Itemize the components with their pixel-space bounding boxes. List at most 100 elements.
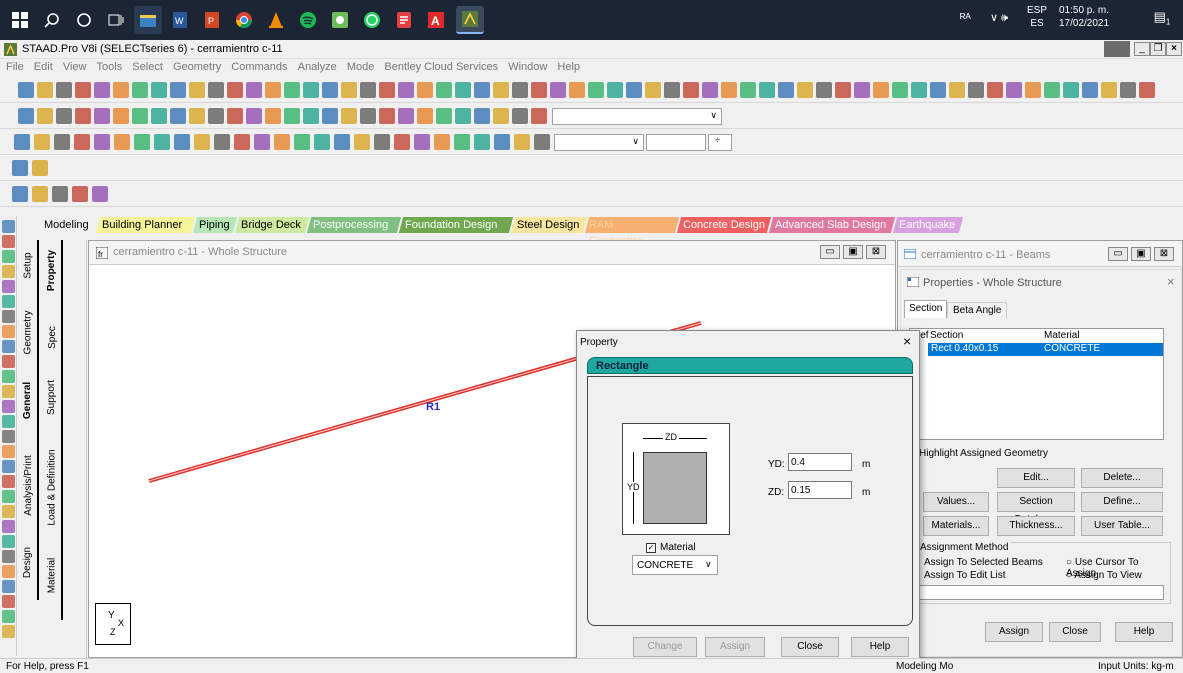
toolbar-icon[interactable] bbox=[683, 82, 699, 98]
workflow-tab[interactable]: Piping bbox=[192, 217, 238, 233]
workflow-tab[interactable]: Foundation Design bbox=[398, 217, 514, 233]
toolbar-icon[interactable] bbox=[531, 82, 547, 98]
left-tool-icon[interactable] bbox=[2, 430, 15, 443]
toolbar-icon[interactable] bbox=[18, 82, 34, 98]
toolbar-icon[interactable] bbox=[113, 82, 129, 98]
toolbar-icon[interactable] bbox=[303, 108, 319, 124]
tab-support[interactable]: Support bbox=[43, 370, 61, 425]
toolbar-icon[interactable] bbox=[265, 82, 281, 98]
workflow-tab[interactable]: Concrete Design bbox=[676, 217, 772, 233]
dialog-assign-button[interactable]: Assign bbox=[705, 637, 765, 657]
toolbar-icon[interactable] bbox=[930, 82, 946, 98]
section-list[interactable]: Ref Section Material Rect 0.40x0.15 CONC… bbox=[909, 328, 1164, 440]
app-green-icon[interactable] bbox=[326, 6, 354, 34]
toolbar-icon[interactable] bbox=[274, 134, 290, 150]
left-tool-icon[interactable] bbox=[2, 280, 15, 293]
toolbar-icon[interactable] bbox=[32, 160, 48, 176]
left-tool-icon[interactable] bbox=[2, 355, 15, 368]
toolbar-icon[interactable] bbox=[797, 82, 813, 98]
toolbar-icon[interactable] bbox=[474, 134, 490, 150]
material-checkbox[interactable]: ✓ bbox=[646, 543, 656, 553]
toolbar-icon[interactable] bbox=[303, 82, 319, 98]
workflow-tab[interactable]: Steel Design bbox=[510, 217, 588, 233]
dialog-help-button[interactable]: Help bbox=[851, 637, 909, 657]
toolbar-icon[interactable] bbox=[194, 134, 210, 150]
close-button[interactable]: × bbox=[1166, 42, 1182, 56]
toolbar-icon[interactable] bbox=[1082, 82, 1098, 98]
menu-analyze[interactable]: Analyze bbox=[298, 61, 337, 73]
cortana-icon[interactable] bbox=[70, 6, 98, 34]
toolbar-icon[interactable] bbox=[56, 82, 72, 98]
powerpoint-icon[interactable]: P bbox=[198, 6, 226, 34]
toolbar-icon[interactable] bbox=[987, 82, 1003, 98]
toolbar-icon[interactable] bbox=[512, 82, 528, 98]
toolbar-icon[interactable] bbox=[398, 108, 414, 124]
toolbar-icon[interactable] bbox=[394, 134, 410, 150]
edit-list-input[interactable] bbox=[918, 585, 1164, 600]
restore-button[interactable]: ❐ bbox=[1150, 42, 1166, 56]
toolbar-icon[interactable] bbox=[816, 82, 832, 98]
workflow-tab[interactable]: Modeling bbox=[37, 217, 99, 233]
toolbar-icon[interactable] bbox=[246, 108, 262, 124]
zd-input[interactable] bbox=[788, 481, 852, 499]
toolbar-icon[interactable] bbox=[1044, 82, 1060, 98]
user-table-button[interactable]: User Table... bbox=[1081, 516, 1163, 536]
assign-edit-list-radio[interactable]: Assign To Edit List bbox=[924, 570, 1006, 581]
toolbar-icon[interactable] bbox=[246, 82, 262, 98]
load-case-combo[interactable]: ∨ bbox=[554, 134, 644, 151]
toolbar-icon[interactable] bbox=[455, 82, 471, 98]
edit-button[interactable]: Edit... bbox=[997, 468, 1075, 488]
toolbar-icon[interactable] bbox=[94, 134, 110, 150]
left-tool-icon[interactable] bbox=[2, 400, 15, 413]
toolbar-icon[interactable] bbox=[454, 134, 470, 150]
toolbar-icon[interactable] bbox=[208, 108, 224, 124]
toolbar-icon[interactable] bbox=[94, 108, 110, 124]
toolbar-icon[interactable] bbox=[1120, 82, 1136, 98]
toolbar-icon[interactable] bbox=[189, 82, 205, 98]
toolbar-icon[interactable] bbox=[294, 134, 310, 150]
view-close-button[interactable]: ⊠ bbox=[866, 245, 886, 259]
search-icon[interactable] bbox=[38, 6, 66, 34]
toolbar-icon[interactable] bbox=[341, 108, 357, 124]
menu-window[interactable]: Window bbox=[508, 61, 547, 73]
toolbar-icon[interactable] bbox=[360, 82, 376, 98]
toolbar-icon[interactable] bbox=[234, 134, 250, 150]
toolbar-icon[interactable] bbox=[494, 134, 510, 150]
left-tool-icon[interactable] bbox=[2, 535, 15, 548]
beams-maximize-button[interactable]: ▣ bbox=[1131, 247, 1151, 261]
acrobat-icon[interactable]: A bbox=[422, 6, 450, 34]
left-tool-icon[interactable] bbox=[2, 295, 15, 308]
highlight-geometry-checkbox[interactable]: Highlight Assigned Geometry bbox=[919, 448, 1048, 459]
left-tool-icon[interactable] bbox=[2, 220, 15, 233]
left-tool-icon[interactable] bbox=[2, 505, 15, 518]
toolbar-icon[interactable] bbox=[379, 82, 395, 98]
menu-select[interactable]: Select bbox=[132, 61, 163, 73]
toolbar-icon[interactable] bbox=[873, 82, 889, 98]
toolbar-icon[interactable] bbox=[434, 134, 450, 150]
toolbar-icon[interactable] bbox=[645, 82, 661, 98]
file-explorer-icon[interactable] bbox=[134, 6, 162, 34]
toolbar-icon[interactable] bbox=[740, 82, 756, 98]
toolbar-icon[interactable] bbox=[1063, 82, 1079, 98]
tab-analysis-print[interactable]: Analysis/Print bbox=[19, 445, 37, 525]
system-tray-icons[interactable]: ∨ 🕪 bbox=[990, 12, 1008, 25]
menu-file[interactable]: File bbox=[6, 61, 24, 73]
language-indicator[interactable]: ESP ES bbox=[1026, 4, 1048, 30]
left-tool-icon[interactable] bbox=[2, 625, 15, 638]
toolbar-icon[interactable] bbox=[569, 82, 585, 98]
tab-property[interactable]: Property bbox=[43, 240, 61, 300]
toolbar-icon[interactable] bbox=[170, 108, 186, 124]
toolbar-icon[interactable] bbox=[374, 134, 390, 150]
toolbar-icon[interactable] bbox=[664, 82, 680, 98]
toolbar-icon[interactable] bbox=[34, 134, 50, 150]
toolbar-icon[interactable] bbox=[254, 134, 270, 150]
toolbar-icon[interactable] bbox=[968, 82, 984, 98]
toolbar-icon[interactable] bbox=[892, 82, 908, 98]
toolbar-icon[interactable] bbox=[417, 82, 433, 98]
tab-load-definition[interactable]: Load & Definition bbox=[43, 440, 61, 535]
tab-general[interactable]: General bbox=[19, 370, 37, 430]
toolbar-icon[interactable] bbox=[474, 82, 490, 98]
toolbar-icon[interactable] bbox=[18, 108, 34, 124]
toolbar-icon[interactable] bbox=[835, 82, 851, 98]
chrome-icon[interactable] bbox=[230, 6, 258, 34]
